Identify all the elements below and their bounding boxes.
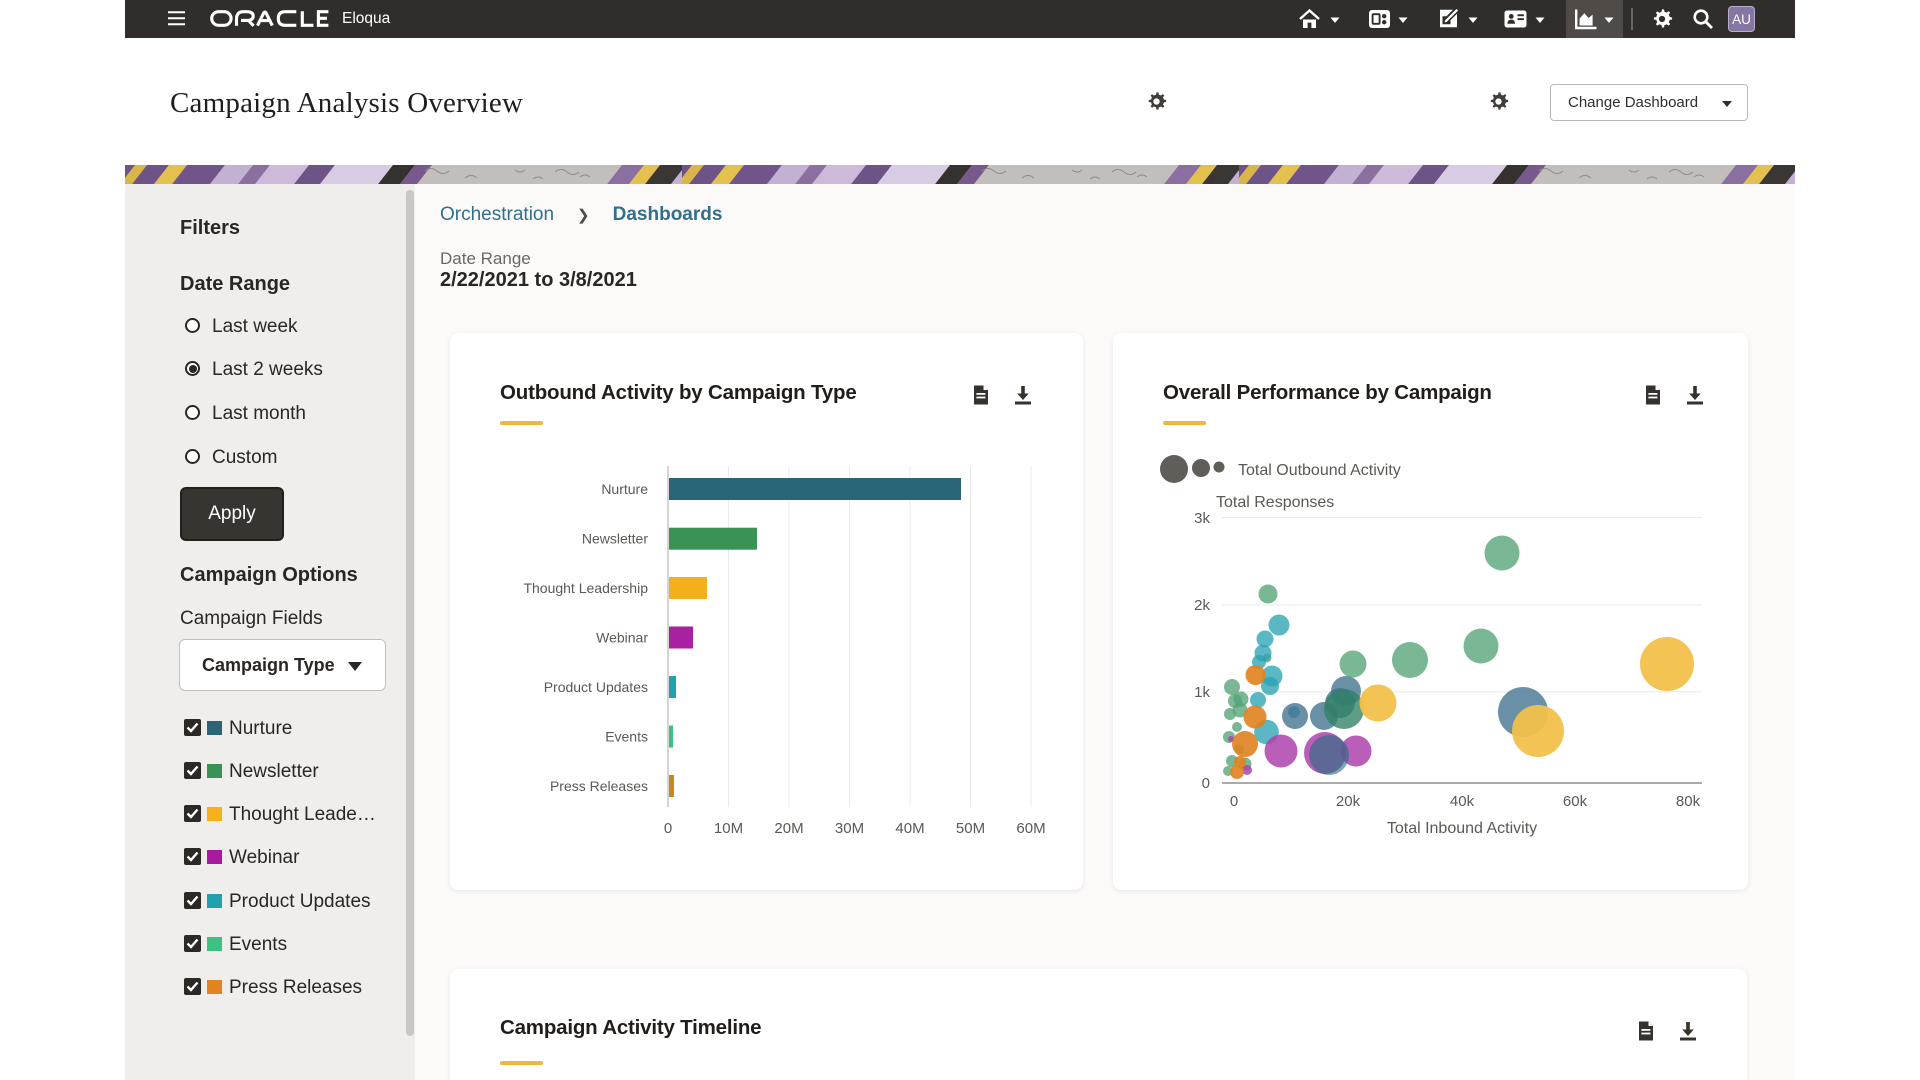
svg-text:0: 0 [664,820,672,837]
svg-text:40M: 40M [895,820,924,837]
svg-text:60M: 60M [1016,820,1045,837]
svg-text:Total Outbound Activity: Total Outbound Activity [1238,462,1401,479]
svg-text:Events: Events [605,729,648,745]
svg-text:Webinar: Webinar [596,630,648,646]
svg-text:30M: 30M [835,820,864,837]
svg-text:Total Responses: Total Responses [1216,494,1334,511]
svg-text:Total Inbound Activity: Total Inbound Activity [1387,820,1537,837]
svg-text:0: 0 [1202,775,1210,792]
svg-text:Thought Leadership: Thought Leadership [523,580,648,596]
svg-text:3k: 3k [1194,510,1210,527]
svg-text:Newsletter: Newsletter [582,531,648,547]
svg-text:60k: 60k [1563,793,1588,810]
svg-text:1k: 1k [1194,684,1210,701]
svg-text:Nurture: Nurture [601,481,648,497]
svg-text:Press Releases: Press Releases [550,778,648,794]
svg-text:50M: 50M [956,820,985,837]
svg-text:80k: 80k [1676,793,1701,810]
svg-text:2k: 2k [1194,597,1210,614]
svg-text:10M: 10M [714,820,743,837]
svg-text:0: 0 [1230,793,1238,810]
svg-text:40k: 40k [1450,793,1475,810]
svg-text:20M: 20M [774,820,803,837]
svg-text:20k: 20k [1336,793,1361,810]
svg-text:Product Updates: Product Updates [544,679,648,695]
